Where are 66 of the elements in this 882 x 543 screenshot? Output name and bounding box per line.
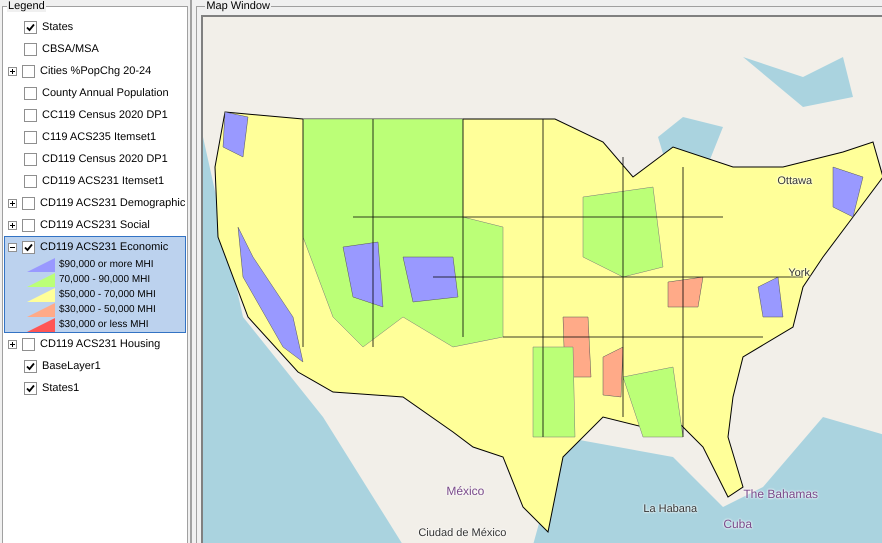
layer-checkbox[interactable] — [22, 218, 35, 232]
city-label: Ottawa — [777, 175, 812, 187]
legend-layer-row[interactable]: Cities %PopChg 20-24 — [4, 60, 186, 82]
layer-checkbox[interactable] — [24, 130, 37, 144]
plus-icon — [9, 200, 16, 206]
layer-checkbox[interactable] — [22, 338, 35, 350]
layer-label[interactable]: CD119 ACS231 Itemset1 — [42, 175, 164, 187]
country-label: Cuba — [723, 517, 752, 531]
legend-title: Legend — [7, 0, 46, 12]
city-label: York — [788, 267, 810, 279]
layer-label[interactable]: CD119 ACS231 Social — [40, 219, 150, 231]
expand-button[interactable] — [8, 220, 17, 230]
layer-label[interactable]: CC119 Census 2020 DP1 — [42, 109, 168, 121]
legend-layer-row[interactable]: County Annual Population — [4, 82, 186, 104]
layer-checkbox[interactable] — [24, 108, 37, 122]
class-label: 70,000 - 90,000 MHI — [59, 274, 150, 285]
plus-icon — [9, 222, 16, 228]
city-label: Ciudad de México — [418, 527, 506, 539]
layer-label[interactable]: Cities %PopChg 20-24 — [40, 65, 152, 77]
legend-layer-row[interactable]: C119 ACS235 Itemset1 — [4, 126, 186, 148]
country-label: The Bahamas — [743, 487, 818, 501]
legend-layer-row[interactable]: States1 — [4, 377, 186, 399]
layer-label[interactable]: CD119 ACS231 Demographic — [40, 197, 186, 209]
legend-layer-row[interactable]: CBSA/MSA — [4, 38, 186, 60]
legend-layer-row[interactable]: CD119 ACS231 Economic $90,000 or more MHI 70,000 - 90,000 MHI $50,000 - 70,000 MHI $30,000 - 50,000 MHI $30,000 or less MHI — [4, 236, 186, 333]
layer-label[interactable]: CD119 Census 2020 DP1 — [42, 153, 168, 165]
layer-checkbox[interactable] — [22, 64, 35, 78]
layer-checkbox[interactable] — [24, 152, 37, 166]
layer-checkbox[interactable] — [24, 20, 37, 34]
legend-layer-row[interactable]: CD119 ACS231 Housing — [4, 333, 186, 355]
layer-checkbox[interactable] — [24, 382, 37, 394]
map-window-title: Map Window — [205, 0, 271, 12]
expand-button[interactable] — [8, 66, 17, 76]
class-label: $90,000 or more MHI — [59, 259, 154, 270]
layer-checkbox[interactable] — [24, 42, 37, 56]
layer-label[interactable]: BaseLayer1 — [42, 360, 101, 372]
city-label: La Habana — [643, 503, 698, 515]
legend-layer-row[interactable]: CD119 ACS231 Social — [4, 214, 186, 236]
layer-checkbox[interactable] — [24, 86, 37, 100]
layer-label[interactable]: C119 ACS235 Itemset1 — [42, 131, 156, 143]
layer-label[interactable]: CD119 ACS231 Economic — [40, 241, 168, 253]
plus-icon — [9, 68, 16, 74]
layer-label[interactable]: States1 — [42, 382, 80, 394]
layer-checkbox[interactable] — [24, 360, 37, 372]
legend-layer-row[interactable]: BaseLayer1 — [4, 355, 186, 377]
class-label: $30,000 or less MHI — [59, 319, 148, 330]
expand-button[interactable] — [8, 198, 17, 208]
legend-layer-row[interactable]: CC119 Census 2020 DP1 — [4, 104, 186, 126]
class-label: $50,000 - 70,000 MHI — [59, 289, 156, 300]
legend-layer-row[interactable]: CD119 ACS231 Itemset1 — [4, 170, 186, 192]
plus-icon — [9, 340, 16, 348]
layer-checkbox[interactable] — [22, 196, 35, 210]
layer-label[interactable]: CBSA/MSA — [42, 43, 99, 55]
class-label: $30,000 - 50,000 MHI — [59, 304, 156, 315]
layer-label[interactable]: CD119 ACS231 Housing — [40, 338, 160, 350]
collapse-button[interactable] — [8, 242, 17, 252]
layer-label[interactable]: County Annual Population — [42, 87, 169, 99]
map-canvas[interactable]: Ottawa York México The Bahamas La Habana Cuba Ciudad de México — [201, 15, 882, 543]
legend-layer-row[interactable]: States — [4, 16, 186, 38]
expand-button[interactable] — [8, 340, 17, 348]
country-label: México — [446, 484, 484, 498]
layer-checkbox[interactable] — [22, 240, 35, 254]
layer-checkbox[interactable] — [24, 174, 37, 188]
legend-layer-row[interactable]: CD119 ACS231 Demographic — [4, 192, 186, 214]
layer-label[interactable]: States — [42, 21, 74, 33]
legend-layer-row[interactable]: CD119 Census 2020 DP1 — [4, 148, 186, 170]
